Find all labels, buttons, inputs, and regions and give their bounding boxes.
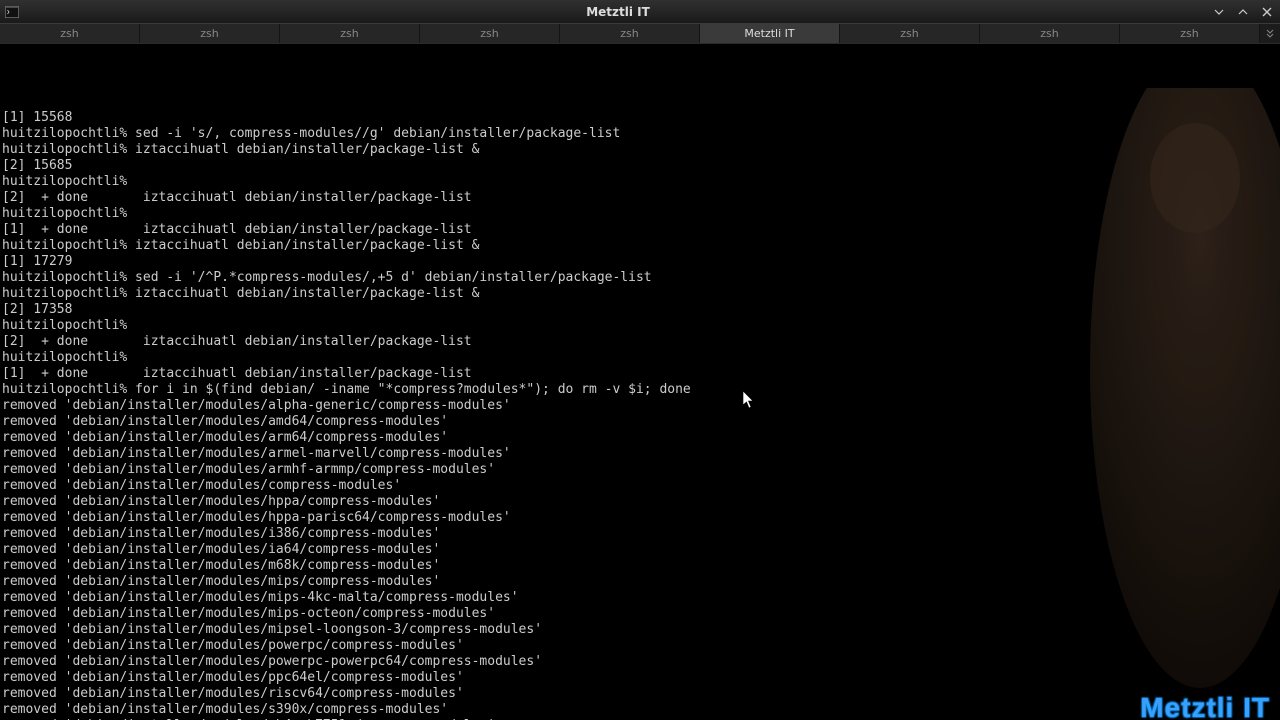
- terminal-line: removed 'debian/installer/modules/arm64/…: [2, 430, 1278, 446]
- terminal-line: removed 'debian/installer/modules/i386/c…: [2, 526, 1278, 542]
- terminal-line: removed 'debian/installer/modules/mips/c…: [2, 574, 1278, 590]
- titlebar: Metztli IT: [0, 0, 1280, 24]
- terminal-line: huitzilopochtli% iztaccihuatl debian/ins…: [2, 142, 1278, 158]
- close-button[interactable]: [1258, 4, 1276, 20]
- terminal-line: [1] 15568: [2, 110, 1278, 126]
- terminal-line: huitzilopochtli%: [2, 318, 1278, 334]
- terminal-line: removed 'debian/installer/modules/amd64/…: [2, 414, 1278, 430]
- terminal-line: removed 'debian/installer/modules/powerp…: [2, 654, 1278, 670]
- terminal-line: [2] 15685: [2, 158, 1278, 174]
- tab-zsh[interactable]: zsh: [560, 24, 700, 43]
- tab-label: zsh: [620, 27, 638, 40]
- terminal-line: huitzilopochtli%: [2, 350, 1278, 366]
- terminal-pane[interactable]: [1] 15568huitzilopochtli% sed -i 's/, co…: [0, 44, 1280, 720]
- terminal-line: huitzilopochtli% iztaccihuatl debian/ins…: [2, 238, 1278, 254]
- terminal-line: huitzilopochtli% sed -i 's/, compress-mo…: [2, 126, 1278, 142]
- tab-label: zsh: [900, 27, 918, 40]
- terminal-line: [2] + done iztaccihuatl debian/installer…: [2, 190, 1278, 206]
- tab-label: Metztli IT: [744, 27, 794, 40]
- tab-zsh[interactable]: zsh: [1120, 24, 1260, 43]
- terminal-line: removed 'debian/installer/modules/armel-…: [2, 446, 1278, 462]
- terminal-line: [1] 17279: [2, 254, 1278, 270]
- terminal-line: removed 'debian/installer/modules/ppc64e…: [2, 670, 1278, 686]
- terminal-line: removed 'debian/installer/modules/compre…: [2, 478, 1278, 494]
- new-tab-button[interactable]: [1260, 24, 1280, 43]
- terminal-line: removed 'debian/installer/modules/alpha-…: [2, 398, 1278, 414]
- tab-label: zsh: [60, 27, 78, 40]
- minimize-button[interactable]: [1210, 4, 1228, 20]
- terminal-line: removed 'debian/installer/modules/mips-o…: [2, 606, 1278, 622]
- terminal-line: removed 'debian/installer/modules/hppa-p…: [2, 510, 1278, 526]
- terminal-line: huitzilopochtli%: [2, 206, 1278, 222]
- tab-label: zsh: [480, 27, 498, 40]
- terminal-app-icon: [4, 4, 20, 20]
- terminal-line: huitzilopochtli% iztaccihuatl debian/ins…: [2, 286, 1278, 302]
- tab-zsh[interactable]: zsh: [980, 24, 1120, 43]
- terminal-line: huitzilopochtli% for i in $(find debian/…: [2, 382, 1278, 398]
- tabbar: zsh zsh zsh zsh zsh Metztli IT zsh zsh z…: [0, 24, 1280, 44]
- tab-metztli-it[interactable]: Metztli IT: [700, 24, 840, 43]
- maximize-button[interactable]: [1234, 4, 1252, 20]
- tab-zsh[interactable]: zsh: [840, 24, 980, 43]
- terminal-line: removed 'debian/installer/modules/mips-4…: [2, 590, 1278, 606]
- window-controls: [1210, 4, 1276, 20]
- terminal-line: removed 'debian/installer/modules/riscv6…: [2, 686, 1278, 702]
- terminal-line: [1] + done iztaccihuatl debian/installer…: [2, 222, 1278, 238]
- tab-zsh[interactable]: zsh: [140, 24, 280, 43]
- terminal-line: [2] + done iztaccihuatl debian/installer…: [2, 334, 1278, 350]
- tab-label: zsh: [1040, 27, 1058, 40]
- tab-zsh[interactable]: zsh: [420, 24, 560, 43]
- tab-zsh[interactable]: zsh: [0, 24, 140, 43]
- tab-label: zsh: [200, 27, 218, 40]
- double-chevron-icon: [1265, 29, 1275, 39]
- terminal-line: [1] + done iztaccihuatl debian/installer…: [2, 366, 1278, 382]
- tab-label: zsh: [340, 27, 358, 40]
- terminal-line: removed 'debian/installer/modules/m68k/c…: [2, 558, 1278, 574]
- tab-zsh[interactable]: zsh: [280, 24, 420, 43]
- terminal-line: removed 'debian/installer/modules/s390x/…: [2, 702, 1278, 718]
- terminal-line: huitzilopochtli% sed -i '/^P.*compress-m…: [2, 270, 1278, 286]
- window-title: Metztli IT: [26, 5, 1210, 19]
- terminal-line: removed 'debian/installer/modules/powerp…: [2, 638, 1278, 654]
- terminal-line: huitzilopochtli%: [2, 174, 1278, 190]
- terminal-line: removed 'debian/installer/modules/ia64/c…: [2, 542, 1278, 558]
- terminal-line: removed 'debian/installer/modules/mipsel…: [2, 622, 1278, 638]
- terminal-line: removed 'debian/installer/modules/armhf-…: [2, 462, 1278, 478]
- terminal-line: [2] 17358: [2, 302, 1278, 318]
- tab-label: zsh: [1180, 27, 1198, 40]
- terminal-line: removed 'debian/installer/modules/hppa/c…: [2, 494, 1278, 510]
